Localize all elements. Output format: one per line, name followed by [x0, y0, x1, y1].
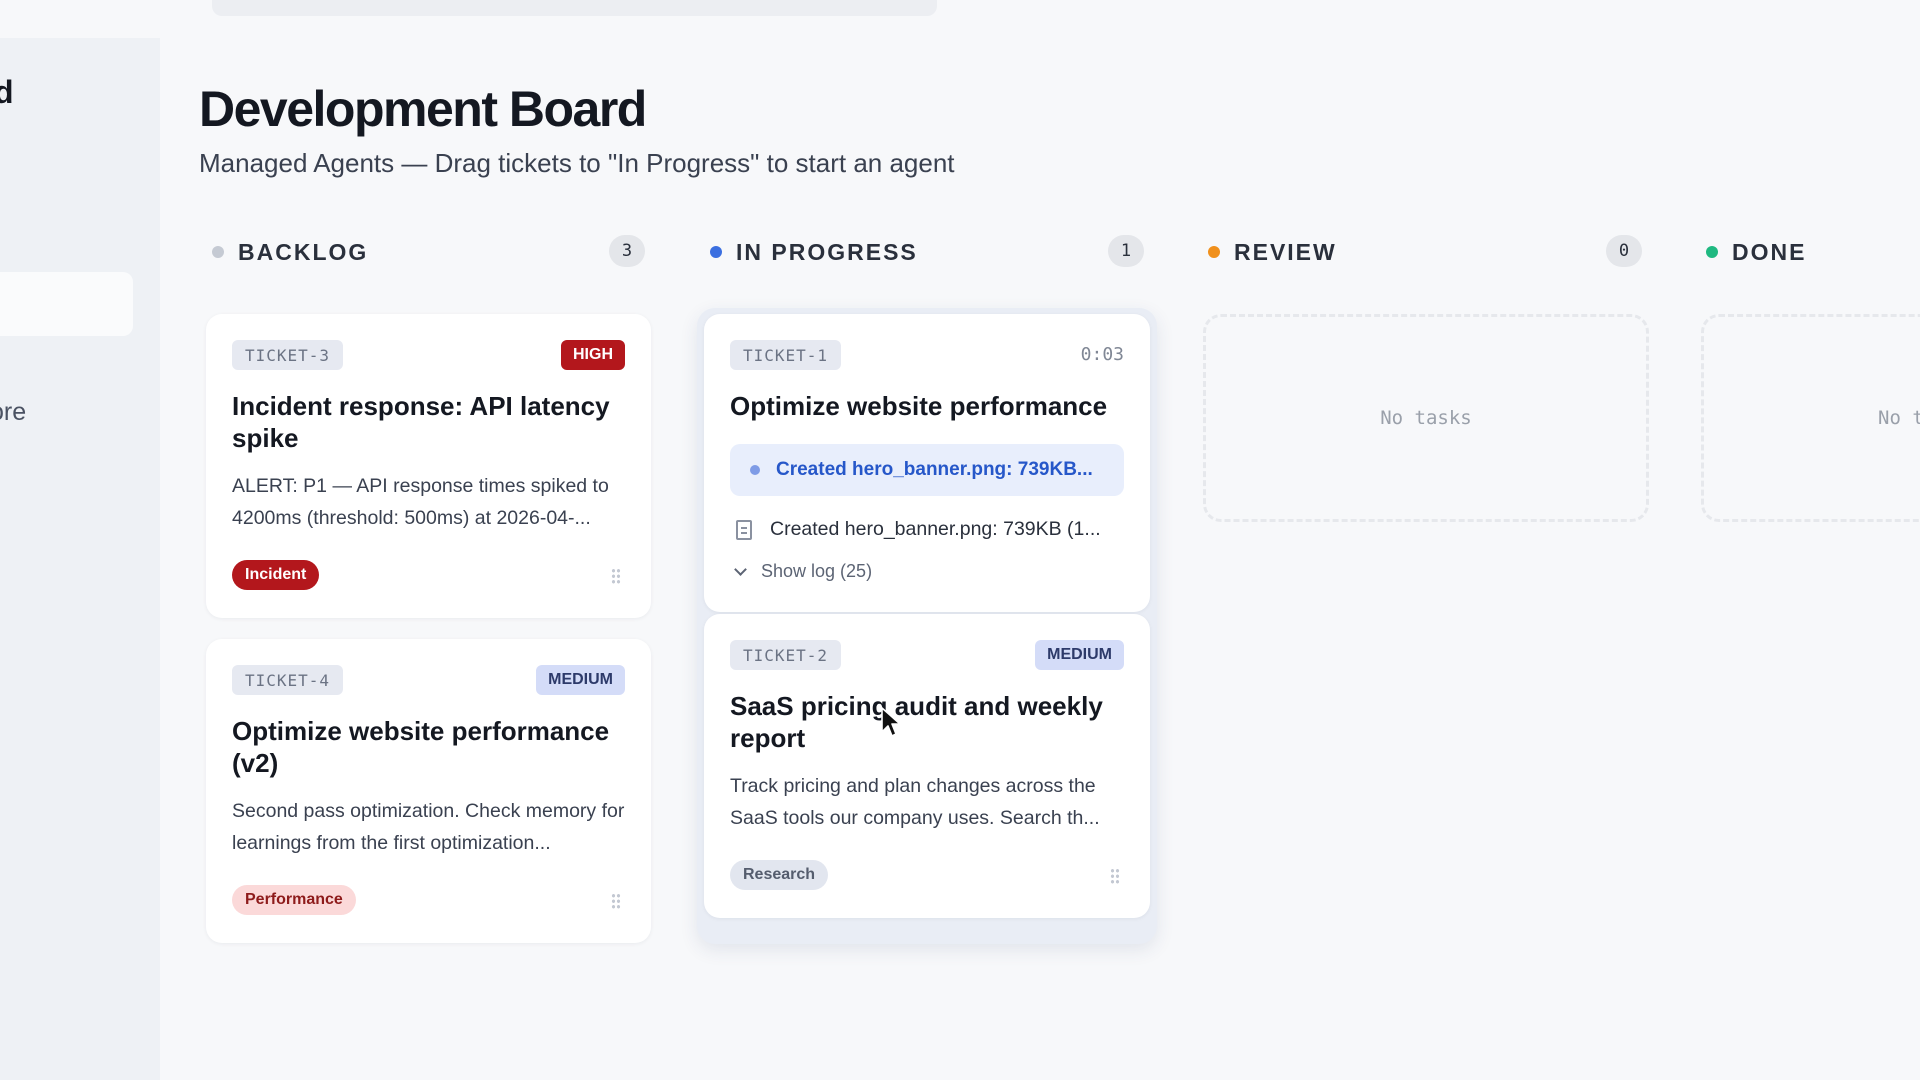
status-dot — [212, 246, 224, 258]
priority-badge: HIGH — [561, 340, 625, 370]
ticket-id: TICKET-3 — [232, 340, 344, 370]
sidebar-title: d — [0, 74, 14, 110]
log-entry-text: Created hero_banner.png: 739KB (1... — [770, 518, 1101, 540]
page-subtitle: Managed Agents — Drag tickets to "In Pro… — [199, 148, 955, 178]
sidebar: d ore — [0, 38, 160, 1080]
ticket-id: TICKET-1 — [730, 340, 842, 370]
mouse-cursor-icon — [881, 707, 901, 737]
search-bar[interactable] — [212, 0, 937, 16]
column-title: BACKLOG — [238, 238, 369, 265]
ticket-tag: Performance — [232, 885, 356, 915]
activity-indicator-icon — [750, 465, 760, 475]
ticket-card-active[interactable]: TICKET-1 0:03 Optimize website performan… — [704, 314, 1150, 612]
drag-handle-icon[interactable] — [611, 568, 621, 584]
ticket-id: TICKET-4 — [232, 665, 344, 695]
agent-timer: 0:03 — [1080, 344, 1124, 365]
done-empty-state: No t — [1701, 314, 1920, 522]
drag-handle-icon[interactable] — [611, 893, 621, 909]
activity-text: Created hero_banner.png: 739KB... — [776, 459, 1093, 480]
review-empty-state: No tasks — [1203, 314, 1649, 522]
ticket-card[interactable]: TICKET-4 MEDIUM Optimize website perform… — [206, 639, 651, 943]
column-title: DONE — [1732, 238, 1807, 265]
ticket-title: Incident response: API latency spike — [232, 391, 610, 453]
ticket-tag: Incident — [232, 560, 320, 590]
column-count-badge: 1 — [1108, 235, 1144, 267]
document-icon — [736, 519, 752, 540]
column-header-backlog: BACKLOG 3 — [212, 234, 645, 270]
ticket-id: TICKET-2 — [730, 640, 842, 670]
ticket-card[interactable]: TICKET-2 MEDIUM SaaS pricing audit and w… — [704, 614, 1150, 918]
show-log-toggle[interactable]: Show log (25) — [734, 561, 873, 582]
ticket-description: Second pass optimization. Check memory f… — [232, 800, 625, 854]
column-header-review: REVIEW 0 — [1208, 234, 1642, 270]
column-title: IN PROGRESS — [736, 238, 918, 265]
log-entry: Created hero_banner.png: 739KB (1... — [736, 518, 1124, 541]
column-header-in-progress: IN PROGRESS 1 — [710, 234, 1144, 270]
status-dot — [710, 246, 722, 258]
column-count-badge: 0 — [1606, 235, 1642, 267]
show-log-label: Show log (25) — [761, 561, 873, 581]
priority-badge: MEDIUM — [1035, 640, 1124, 670]
sidebar-item-more[interactable]: ore — [0, 398, 26, 427]
status-dot — [1706, 246, 1718, 258]
column-title: REVIEW — [1234, 238, 1337, 265]
drag-handle-icon[interactable] — [1110, 868, 1120, 884]
ticket-title: Optimize website performance (v2) — [232, 716, 610, 778]
page-title: Development Board — [199, 81, 647, 137]
chevron-down-icon — [734, 562, 747, 576]
priority-badge: MEDIUM — [536, 665, 625, 695]
ticket-description: Track pricing and plan changes across th… — [730, 775, 1100, 829]
ticket-title: SaaS pricing audit and weekly report — [730, 691, 1103, 753]
ticket-title: Optimize website performance — [730, 391, 1108, 421]
status-dot — [1208, 246, 1220, 258]
ticket-card[interactable]: TICKET-3 HIGH Incident response: API lat… — [206, 314, 651, 618]
ticket-tag: Research — [730, 860, 829, 890]
column-count-badge: 3 — [609, 235, 645, 267]
column-header-done: DONE — [1706, 234, 1906, 270]
agent-activity-status: Created hero_banner.png: 739KB... — [730, 444, 1124, 496]
ticket-description: ALERT: P1 — API response times spiked to… — [232, 475, 609, 529]
sidebar-item-active[interactable] — [0, 272, 133, 336]
